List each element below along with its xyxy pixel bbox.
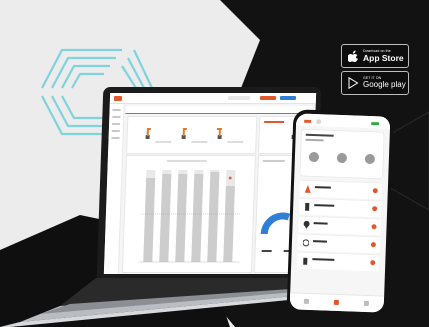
kpi-caption [155, 141, 172, 143]
topbar-search[interactable] [227, 96, 251, 100]
phone-brand-logo [304, 119, 312, 123]
menu-row[interactable] [297, 233, 381, 254]
dashboard-titlebar [125, 106, 312, 113]
stat-circle [364, 153, 376, 165]
nav-home-icon[interactable] [303, 298, 309, 304]
status-card-title [264, 121, 285, 123]
kpi-caption [227, 141, 244, 143]
menu-row[interactable] [298, 197, 382, 218]
topbar-button-blue[interactable] [279, 96, 297, 100]
sidebar-item[interactable] [111, 137, 120, 139]
gauge-card-title [262, 160, 285, 162]
accent-divider [125, 113, 312, 114]
menu-row[interactable] [299, 179, 383, 200]
chevron-icon [370, 242, 377, 248]
nav-menu-icon[interactable] [363, 300, 369, 307]
robot-icon [305, 202, 310, 211]
phone-mockup [286, 109, 394, 317]
menu-row[interactable] [298, 215, 381, 236]
battery-icon [303, 257, 308, 265]
location-pin-icon [303, 220, 310, 229]
phone-bottom-nav [289, 292, 385, 313]
alert-icon [304, 184, 311, 193]
sidebar-item[interactable] [112, 109, 121, 111]
sidebar-item[interactable] [112, 123, 121, 125]
robot-arm-icon [181, 128, 187, 139]
sidebar-item[interactable] [111, 130, 120, 132]
notification-icon[interactable] [316, 119, 322, 125]
topbar-button-orange[interactable] [259, 96, 277, 100]
usage-bar-chart [139, 170, 241, 263]
stat-circle [336, 152, 348, 164]
promo-stage: Download on the App Store GET IT ON Goog… [0, 0, 429, 327]
row-label-placeholder [314, 186, 331, 189]
card-title-placeholder [305, 133, 334, 137]
brand-logo [113, 95, 123, 101]
row-label-placeholder [312, 258, 335, 261]
stat-circle [308, 151, 320, 163]
robot-arm-icon [216, 128, 222, 139]
row-label-placeholder [314, 204, 335, 207]
row-label-placeholder [312, 240, 328, 243]
gauge-legend-value [261, 250, 272, 252]
chevron-icon [372, 188, 378, 194]
analytics-icon [302, 239, 310, 247]
sidebar-item[interactable] [112, 116, 121, 118]
card-subtitle-placeholder [305, 138, 324, 142]
laptop-dashboard-screen [103, 93, 317, 274]
phone-app-header [296, 113, 391, 129]
row-label-placeholder [313, 222, 328, 225]
robot-arm-icon [145, 128, 151, 139]
kpi-caption [191, 141, 208, 143]
chevron-icon [370, 260, 376, 266]
menu-row[interactable] [297, 251, 380, 272]
phone-app-screen [289, 113, 391, 313]
status-badge [371, 122, 380, 126]
robot-status-card[interactable] [300, 129, 384, 179]
dashboard-topbar [109, 93, 317, 104]
chevron-icon [372, 206, 378, 212]
chevron-icon [371, 224, 377, 230]
nav-active-icon[interactable] [333, 299, 339, 306]
bar-chart-card [121, 155, 256, 273]
robots-overview-card [126, 116, 258, 154]
